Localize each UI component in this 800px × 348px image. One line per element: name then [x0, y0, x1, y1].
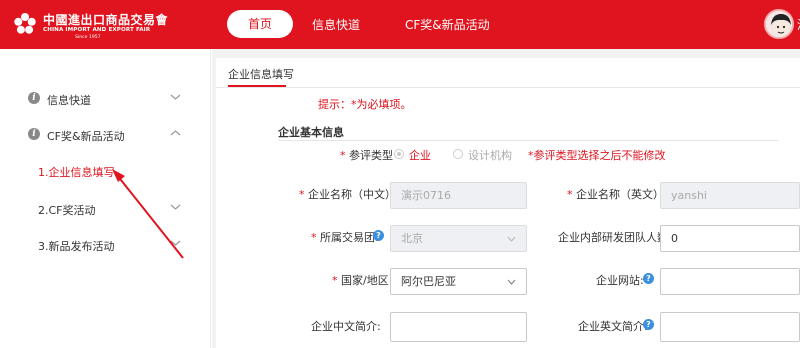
intro-en-label: 企业英文简介:	[578, 320, 648, 333]
tab-active-indicator	[228, 85, 286, 87]
country-text: 国家/地区:	[341, 274, 393, 287]
sidebar-subitem-company-info[interactable]: 1.企业信息填写	[38, 164, 115, 180]
nav-cf-award[interactable]: CF奖&新品活动	[405, 16, 490, 33]
company-name-cn-input[interactable]: 演示0716	[390, 182, 527, 209]
logo-chinese-text: 中國進出口商品交易會	[43, 13, 169, 27]
required-tip: 提示：*为必填项。	[318, 98, 412, 111]
avatar-face-icon	[766, 11, 792, 37]
sidebar-item-label: 3.新品发布活动	[38, 240, 115, 253]
required-star: *	[299, 188, 305, 201]
participation-warning: *参评类型选择之后不能修改	[528, 149, 666, 162]
tab-bar: 企业信息填写	[216, 58, 800, 88]
participation-type-label: * 参评类型	[340, 147, 393, 163]
select-arrow-icon	[507, 279, 516, 285]
company-name-en-label: * 企业名称（英文）:	[567, 186, 668, 202]
logo-since-text: Since 1957	[75, 35, 101, 40]
logo-flower-icon	[14, 13, 36, 34]
trade-group-text: 所属交易团:	[320, 231, 379, 244]
info-icon: i	[28, 128, 40, 140]
canton-fair-logo[interactable]: 中國進出口商品交易會 CHINA IMPORT AND EXPORT FAIR …	[13, 10, 173, 42]
nav-info-express[interactable]: 信息快道	[312, 16, 360, 33]
country-select[interactable]: 阿尔巴尼亚	[390, 268, 527, 295]
intro-cn-input[interactable]	[390, 312, 527, 342]
chevron-down-icon	[170, 240, 181, 246]
top-navbar: 中國進出口商品交易會 CHINA IMPORT AND EXPORT FAIR …	[0, 0, 800, 49]
logo-english-text: CHINA IMPORT AND EXPORT FAIR	[43, 27, 151, 33]
required-star: *	[332, 274, 338, 287]
intro-en-input[interactable]	[660, 312, 800, 342]
form-panel: 企业信息填写 提示：*为必填项。 企业基本信息 * 参评类型 企业 设计机构 *…	[216, 58, 800, 348]
sidebar-subitem-new-product-launch[interactable]: 3.新品发布活动	[0, 235, 211, 255]
country-value: 阿尔巴尼亚	[401, 275, 456, 288]
sidebar-item-info-express[interactable]: i 信息快道	[0, 89, 211, 109]
main-content: 企业信息填写 提示：*为必填项。 企业基本信息 * 参评类型 企业 设计机构 *…	[212, 49, 800, 348]
info-icon: i	[28, 92, 40, 104]
website-label: 企业网站:	[596, 274, 644, 287]
sidebar-item-label: CF奖&新品活动	[47, 130, 125, 143]
company-name-cn-text: 企业名称（中文）:	[308, 188, 400, 201]
rd-team-input[interactable]: 0	[660, 225, 800, 252]
sidebar-item-label: 信息快道	[47, 94, 91, 107]
company-name-en-text: 企业名称（英文）:	[576, 188, 668, 201]
radio-enterprise[interactable]	[394, 149, 404, 159]
chevron-up-icon	[170, 130, 181, 136]
intro-cn-label: 企业中文简介:	[311, 320, 381, 333]
participation-type-text: 参评类型	[349, 149, 393, 162]
rd-team-label: 企业内部研发团队人数:	[558, 231, 672, 244]
section-divider	[278, 140, 778, 141]
radio-enterprise-label[interactable]: 企业	[409, 147, 431, 163]
user-avatar[interactable]	[764, 9, 794, 39]
trade-group-select[interactable]: 北京	[390, 225, 527, 252]
required-star: *	[567, 188, 573, 201]
help-icon[interactable]: ?	[643, 319, 654, 330]
sidebar-subitem-cf-award-activity[interactable]: 2.CF奖活动	[0, 199, 211, 219]
select-arrow-icon	[507, 236, 516, 242]
trade-group-value: 北京	[401, 232, 423, 245]
chevron-down-icon	[170, 204, 181, 210]
website-input[interactable]	[660, 268, 800, 295]
required-star: *	[311, 231, 317, 244]
help-icon[interactable]: ?	[373, 230, 384, 241]
sidebar-item-label: 2.CF奖活动	[38, 204, 96, 217]
trade-group-label: * 所属交易团:	[311, 229, 379, 245]
country-label: * 国家/地区:	[332, 272, 392, 288]
required-star: *	[340, 149, 346, 162]
chevron-down-icon	[170, 94, 181, 100]
tab-company-info[interactable]: 企业信息填写	[228, 66, 294, 82]
company-name-cn-label: * 企业名称（中文）:	[299, 186, 400, 202]
section-title: 企业基本信息	[278, 126, 344, 139]
help-icon[interactable]: ?	[643, 273, 654, 284]
radio-design-agency-label[interactable]: 设计机构	[468, 147, 512, 163]
sidebar: i 信息快道 i CF奖&新品活动 1.企业信息填写 2.CF奖活动 3.新品发…	[0, 49, 211, 348]
sidebar-item-cf-award[interactable]: i CF奖&新品活动	[0, 125, 211, 145]
company-name-en-input[interactable]: yanshi	[660, 182, 800, 209]
radio-design-agency[interactable]	[453, 149, 463, 159]
nav-home[interactable]: 首页	[227, 10, 293, 38]
